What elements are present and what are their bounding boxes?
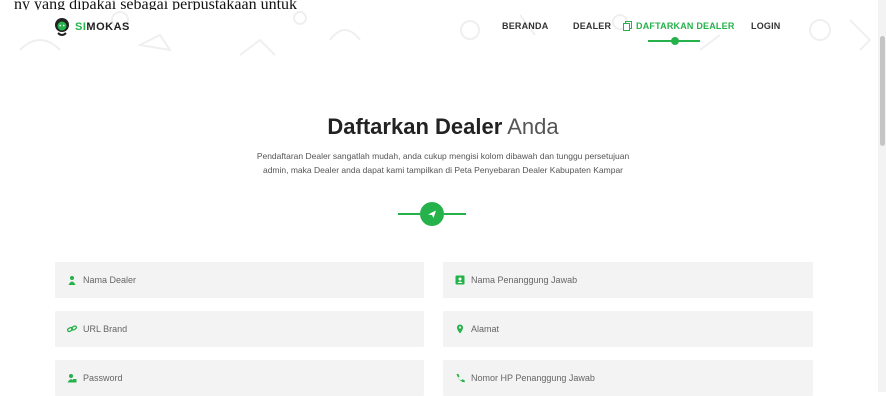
url-brand-placeholder: URL Brand <box>83 324 128 334</box>
password-placeholder: Password <box>83 373 123 383</box>
nama-dealer-input[interactable]: Nama Dealer <box>55 262 424 298</box>
active-nav-dot <box>671 37 679 45</box>
nav-item-dealer[interactable]: DEALER <box>573 21 611 31</box>
nama-penanggung-jawab-input[interactable]: Nama Penanggung Jawab <box>443 262 813 298</box>
vertical-scrollbar[interactable] <box>878 0 886 392</box>
user-icon <box>68 276 76 285</box>
link-icon <box>67 325 77 333</box>
paper-plane-icon <box>428 210 436 218</box>
scrollbar-thumb[interactable] <box>880 36 885 146</box>
mascot-logo-icon <box>55 18 69 36</box>
divider-badge <box>420 202 444 226</box>
page-description: Pendaftaran Dealer sangatlah mudah, anda… <box>256 151 630 175</box>
brand-name: SIMOKAS <box>75 21 130 33</box>
url-brand-input[interactable]: URL Brand <box>55 311 424 347</box>
alamat-input[interactable]: Alamat <box>443 311 813 347</box>
page-title: Daftarkan Dealer Anda <box>327 114 559 139</box>
map-marker-icon <box>457 324 463 334</box>
document-icon <box>623 21 632 31</box>
nomor-hp-input[interactable]: Nomor HP Penanggung Jawab <box>443 360 813 396</box>
password-input[interactable]: Password <box>55 360 424 396</box>
navbar: SIMOKAS BERANDA DEALER DAFTARKAN DEALER … <box>0 0 886 56</box>
user-lock-icon <box>67 374 77 383</box>
divider-line-right <box>444 213 466 215</box>
nav-item-login[interactable]: LOGIN <box>751 21 781 31</box>
nama-dealer-placeholder: Nama Dealer <box>83 275 137 285</box>
nomor-hp-placeholder: Nomor HP Penanggung Jawab <box>471 373 595 383</box>
nama-penanggung-jawab-placeholder: Nama Penanggung Jawab <box>471 275 578 285</box>
divider-line-left <box>398 213 420 215</box>
brand-logo[interactable]: SIMOKAS <box>52 17 130 37</box>
contact-card-icon <box>455 275 465 285</box>
nav-item-beranda[interactable]: BERANDA <box>502 21 548 31</box>
nav-item-daftarkan-dealer[interactable]: DAFTARKAN DEALER <box>623 21 735 31</box>
phone-icon <box>456 374 465 383</box>
alamat-placeholder: Alamat <box>471 324 500 334</box>
